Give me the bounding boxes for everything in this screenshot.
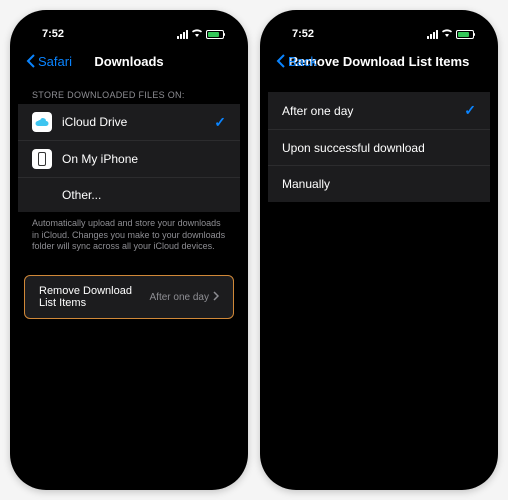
section-footer: Automatically upload and store your down… xyxy=(18,212,240,259)
back-label: Back xyxy=(288,54,317,69)
storage-option-onphone[interactable]: On My iPhone xyxy=(18,141,240,178)
storage-label: Other... xyxy=(62,188,226,202)
option-manually[interactable]: Manually xyxy=(268,166,490,202)
notch xyxy=(324,18,434,38)
screen-left: 7:52 Safari Downloads STORE DOWNLOADED F… xyxy=(18,18,240,482)
back-button[interactable]: Back xyxy=(276,54,317,69)
iphone-icon xyxy=(32,149,52,169)
back-label: Safari xyxy=(38,54,72,69)
status-time: 7:52 xyxy=(284,28,314,40)
remove-downloads-row[interactable]: Remove Download List Items After one day xyxy=(24,275,234,319)
phone-left: 7:52 Safari Downloads STORE DOWNLOADED F… xyxy=(10,10,248,490)
wifi-icon xyxy=(191,28,203,40)
option-label: Manually xyxy=(282,177,476,191)
nav-bar: Back Remove Download List Items xyxy=(268,46,490,78)
chevron-right-icon xyxy=(213,291,219,304)
option-after-one-day[interactable]: After one day ✓ xyxy=(268,92,490,130)
storage-label: On My iPhone xyxy=(62,152,226,166)
icloud-icon xyxy=(32,112,52,132)
options-list: After one day ✓ Upon successful download… xyxy=(268,92,490,202)
option-label: After one day xyxy=(282,104,454,118)
notch xyxy=(74,18,184,38)
remove-row-value: After one day xyxy=(150,291,219,304)
storage-label: iCloud Drive xyxy=(62,115,204,129)
option-upon-success[interactable]: Upon successful download xyxy=(268,130,490,166)
status-indicators xyxy=(177,28,224,40)
nav-bar: Safari Downloads xyxy=(18,46,240,78)
back-button[interactable]: Safari xyxy=(26,54,72,69)
wifi-icon xyxy=(441,28,453,40)
status-indicators xyxy=(427,28,474,40)
phone-right: 7:52 Back Remove Download List Items xyxy=(260,10,498,490)
checkmark-icon: ✓ xyxy=(464,102,476,119)
battery-icon xyxy=(456,30,474,39)
storage-option-other[interactable]: Other... xyxy=(18,178,240,212)
screen-right: 7:52 Back Remove Download List Items xyxy=(268,18,490,482)
battery-icon xyxy=(206,30,224,39)
option-label: Upon successful download xyxy=(282,141,476,155)
checkmark-icon: ✓ xyxy=(214,114,226,131)
storage-list: iCloud Drive ✓ On My iPhone Other... xyxy=(18,104,240,212)
storage-option-icloud[interactable]: iCloud Drive ✓ xyxy=(18,104,240,141)
remove-row-label: Remove Download List Items xyxy=(39,285,150,309)
section-header: STORE DOWNLOADED FILES ON: xyxy=(18,78,240,104)
status-time: 7:52 xyxy=(34,28,64,40)
